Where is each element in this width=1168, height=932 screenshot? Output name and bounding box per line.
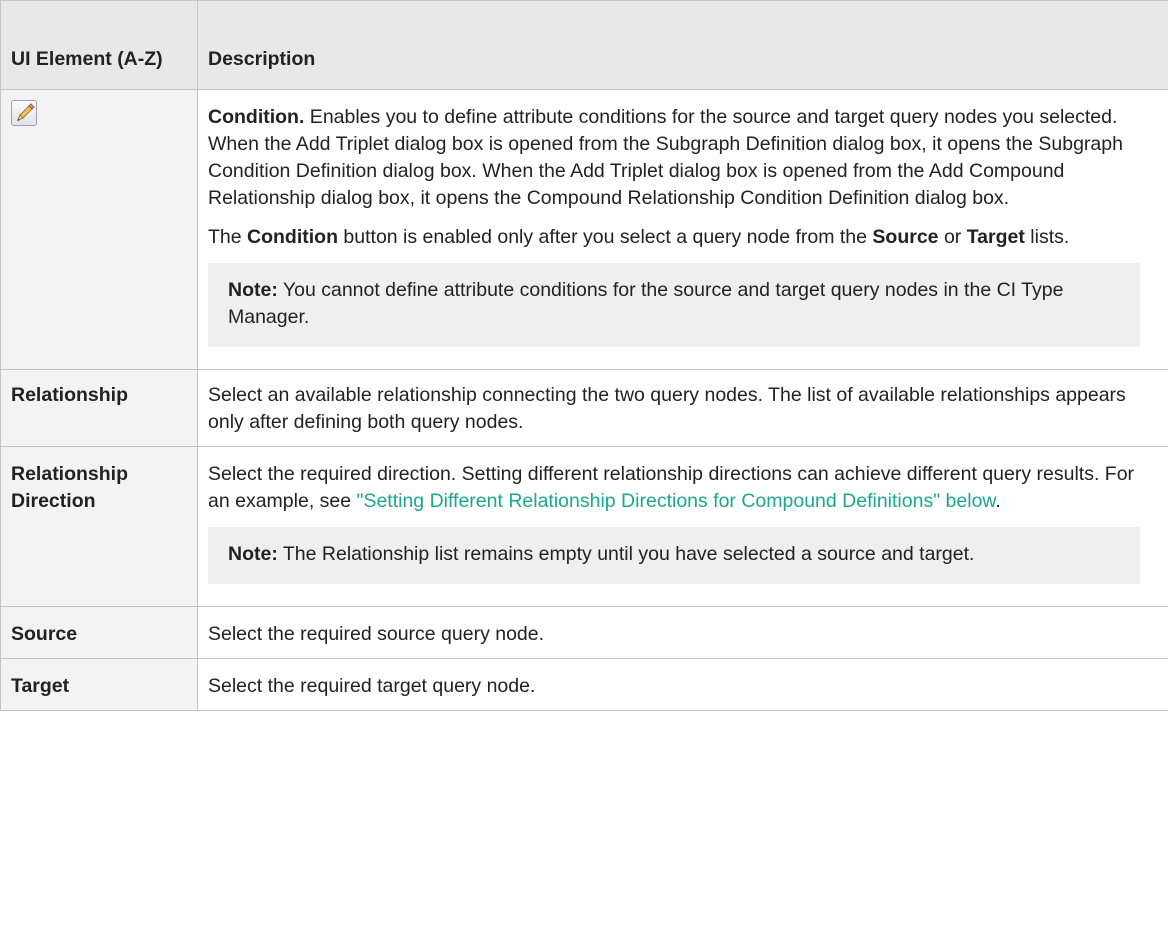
description-cell: Select the required target query node. bbox=[197, 658, 1168, 711]
table-row-condition: Condition. Enables you to define attribu… bbox=[0, 89, 1168, 370]
note-text: You cannot define attribute conditions f… bbox=[228, 279, 1064, 328]
ui-element-cell bbox=[0, 89, 198, 370]
condition-enabled-text: The Condition button is enabled only aft… bbox=[208, 224, 1160, 251]
ui-element-cell: Relationship bbox=[0, 369, 198, 447]
condition-title: Condition. bbox=[208, 106, 305, 128]
note-label: Note: bbox=[228, 543, 278, 565]
condition-description: Condition. Enables you to define attribu… bbox=[208, 104, 1160, 212]
relationship-description: Select an available relationship connect… bbox=[208, 384, 1126, 433]
note-text: The Relationship list remains empty unti… bbox=[277, 543, 975, 565]
column-header-ui-element: UI Element (A-Z) bbox=[0, 0, 198, 90]
table-row-target: Target Select the required target query … bbox=[0, 658, 1168, 711]
pencil-icon bbox=[11, 100, 37, 126]
note-label: Note: bbox=[228, 279, 278, 301]
source-description: Select the required source query node. bbox=[208, 623, 545, 645]
ui-element-cell: Relationship Direction bbox=[0, 446, 198, 607]
text-fragment: button is enabled only after you select … bbox=[338, 226, 873, 248]
text-fragment: . bbox=[995, 490, 1001, 512]
ui-element-cell: Target bbox=[0, 658, 198, 711]
description-cell: Select the required direction. Setting d… bbox=[197, 446, 1168, 607]
text-bold-target: Target bbox=[966, 226, 1025, 248]
text-fragment: The bbox=[208, 226, 248, 248]
table-header-row: UI Element (A-Z) Description bbox=[0, 0, 1168, 90]
table-row-relationship-direction: Relationship Direction Select the requir… bbox=[0, 446, 1168, 607]
text-bold-source: Source bbox=[872, 226, 939, 248]
column-header-description: Description bbox=[197, 0, 1168, 90]
target-description: Select the required target query node. bbox=[208, 675, 536, 697]
compound-definitions-link[interactable]: "Setting Different Relationship Directio… bbox=[357, 490, 996, 512]
ui-element-cell: Source bbox=[0, 606, 198, 659]
text-fragment: or bbox=[938, 226, 967, 248]
description-cell: Condition. Enables you to define attribu… bbox=[197, 89, 1168, 370]
text-fragment: lists. bbox=[1024, 226, 1070, 248]
ui-elements-table: UI Element (A-Z) Description Condition. … bbox=[0, 0, 1168, 711]
text-bold-condition: Condition bbox=[247, 226, 338, 248]
condition-text: Enables you to define attribute conditio… bbox=[208, 106, 1123, 209]
relationship-direction-description: Select the required direction. Setting d… bbox=[208, 461, 1160, 515]
description-cell: Select the required source query node. bbox=[197, 606, 1168, 659]
table-row-source: Source Select the required source query … bbox=[0, 606, 1168, 659]
note-box: Note: The Relationship list remains empt… bbox=[208, 527, 1140, 584]
description-cell: Select an available relationship connect… bbox=[197, 369, 1168, 447]
note-box: Note: You cannot define attribute condit… bbox=[208, 263, 1140, 347]
table-row-relationship: Relationship Select an available relatio… bbox=[0, 369, 1168, 447]
